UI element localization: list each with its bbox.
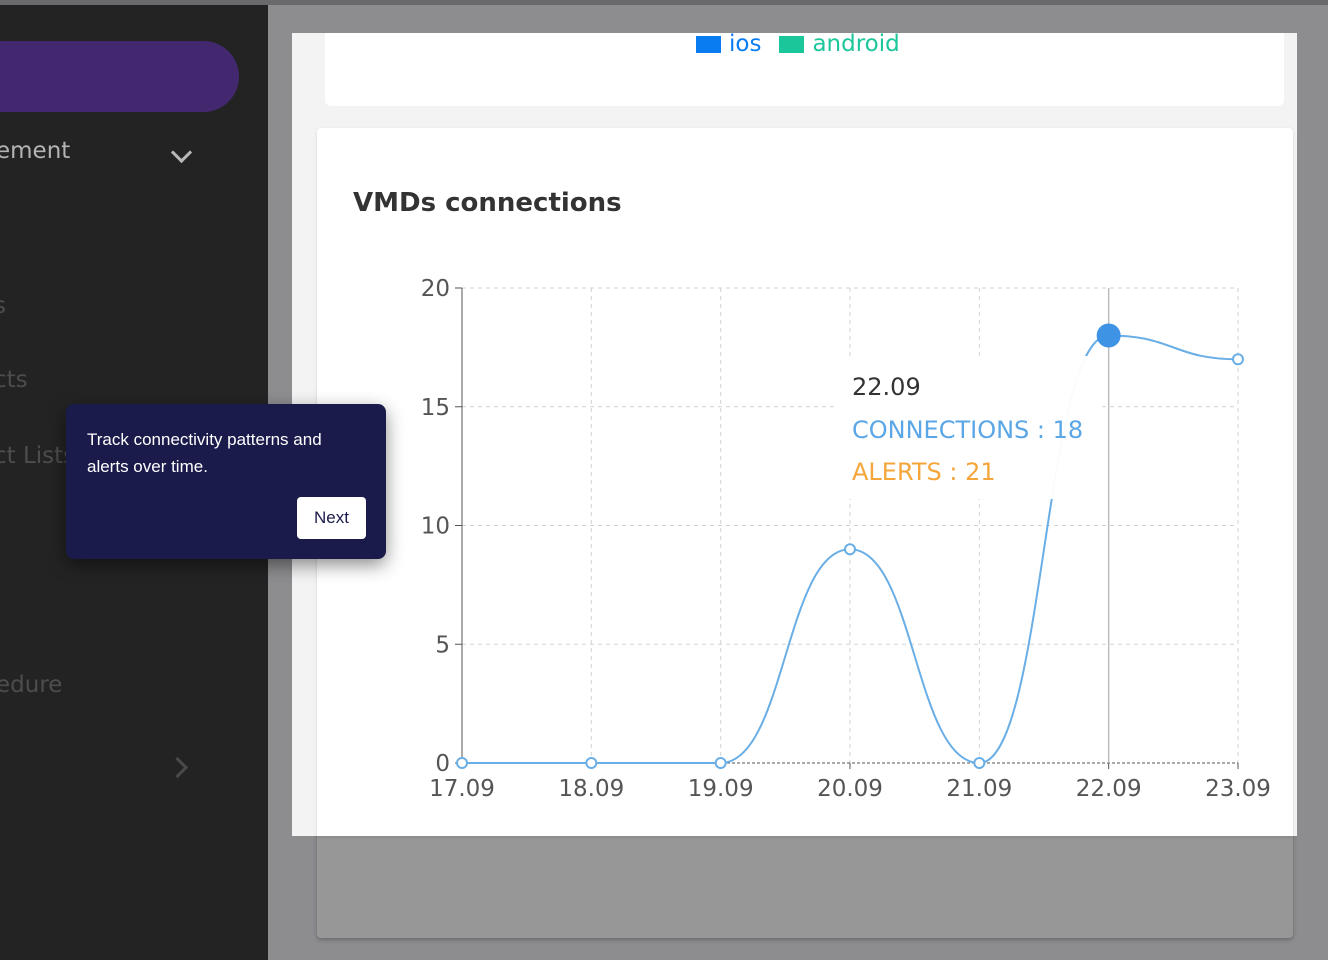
onboarding-text: Track connectivity patterns and alerts o…	[87, 430, 322, 476]
x-tick-label: 21.09	[946, 776, 1012, 802]
onboarding-tooltip: Track connectivity patterns and alerts o…	[66, 404, 386, 559]
y-tick-label: 0	[435, 751, 450, 777]
data-point	[1232, 353, 1244, 366]
x-tick-label: 19.09	[688, 776, 754, 802]
y-tick-label: 20	[421, 276, 450, 302]
data-point	[585, 757, 598, 769]
x-tick-label: 20.09	[817, 776, 883, 802]
hover-tooltip-date: 22.09	[852, 373, 921, 401]
next-button[interactable]: Next	[297, 497, 366, 539]
hover-tooltip-line: CONNECTIONS : 18	[852, 416, 1083, 444]
x-tick-label: 17.09	[429, 776, 495, 802]
y-tick-label: 10	[421, 514, 450, 540]
data-point-active	[1096, 323, 1121, 348]
x-tick-label: 18.09	[558, 776, 624, 802]
data-point	[844, 543, 856, 556]
x-tick-label: 23.09	[1205, 776, 1271, 802]
hover-tooltip-line: ALERTS : 21	[852, 458, 996, 486]
x-tick-label: 22.09	[1076, 776, 1142, 802]
data-point	[714, 757, 727, 769]
data-point	[973, 757, 986, 769]
y-tick-label: 5	[435, 632, 450, 658]
y-tick-label: 15	[421, 395, 450, 421]
data-point	[456, 757, 468, 769]
